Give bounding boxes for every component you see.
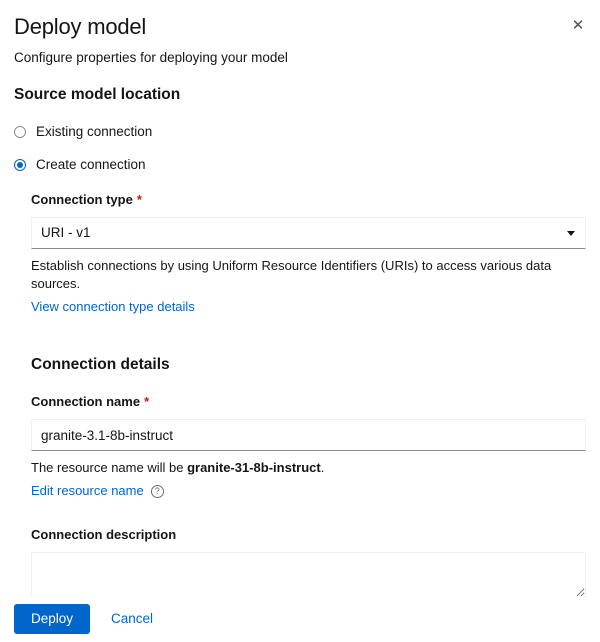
connection-details-heading: Connection details: [31, 356, 170, 373]
resource-name-prefix: The resource name will be: [31, 460, 188, 475]
radio-existing-connection-mark[interactable]: [14, 126, 26, 138]
connection-description-label-text: Connection description: [31, 527, 177, 542]
connection-name-label-text: Connection name: [31, 394, 141, 409]
modal-subtitle: Configure properties for deploying your …: [14, 50, 288, 65]
radio-create-connection[interactable]: Create connection: [14, 156, 586, 174]
connection-type-select[interactable]: URI - v1: [31, 217, 586, 249]
connection-type-label: Connection type *: [31, 191, 586, 209]
connection-type-select-wrap: URI - v1: [31, 217, 586, 249]
page-title: Deploy model: [14, 14, 147, 39]
radio-create-connection-label[interactable]: Create connection: [36, 156, 146, 174]
connection-name-label: Connection name *: [31, 393, 586, 411]
edit-resource-name-row: Edit resource name ?: [31, 482, 586, 500]
radio-create-connection-mark[interactable]: [14, 159, 26, 171]
connection-description-label: Connection description: [31, 526, 586, 544]
source-model-location-heading: Source model location: [14, 86, 181, 103]
connection-type-helper-text: Establish connections by using Uniform R…: [31, 258, 552, 291]
view-connection-type-details-row: View connection type details: [31, 298, 586, 316]
connection-type-label-text: Connection type: [31, 192, 133, 207]
radio-existing-connection-label[interactable]: Existing connection: [36, 123, 152, 141]
radio-existing-connection[interactable]: Existing connection: [14, 123, 586, 141]
connection-name-input[interactable]: [31, 419, 586, 451]
resource-name-value: granite-31-8b-instruct: [187, 460, 321, 475]
connection-name-helper-text: The resource name will be granite-31-8b-…: [31, 459, 586, 477]
modal-header: Deploy model Configure properties for de…: [0, 0, 600, 68]
connection-name-required-marker: *: [144, 394, 150, 409]
resource-name-suffix: .: [320, 460, 325, 475]
edit-resource-name-link[interactable]: Edit resource name: [31, 482, 144, 500]
deploy-model-modal: Deploy model Configure properties for de…: [0, 0, 600, 642]
modal-body: Source model location Existing connectio…: [0, 72, 600, 597]
cancel-button[interactable]: Cancel: [99, 604, 165, 634]
connection-description-textarea[interactable]: [31, 552, 586, 597]
help-circle-icon[interactable]: ?: [150, 484, 164, 498]
connection-type-required-marker: *: [136, 192, 142, 207]
close-icon[interactable]: ✕: [562, 10, 594, 42]
deploy-button[interactable]: Deploy: [14, 604, 91, 634]
view-connection-type-details-link[interactable]: View connection type details: [31, 298, 195, 316]
modal-footer: Deploy Cancel: [0, 596, 600, 642]
create-connection-group: Connection type * URI - v1 Establish con…: [31, 174, 586, 597]
